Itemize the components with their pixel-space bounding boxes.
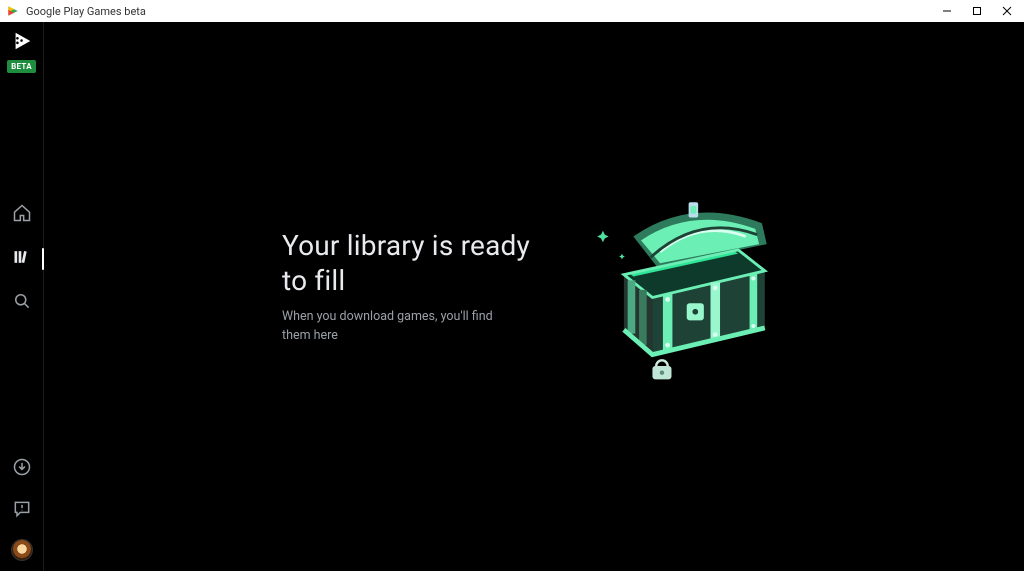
window-title: Google Play Games beta — [26, 5, 146, 18]
app-shell: BETA — [0, 22, 1024, 571]
sidebar: BETA — [0, 22, 44, 571]
empty-heading: Your library is ready to fill — [282, 228, 552, 298]
close-button[interactable] — [992, 0, 1022, 22]
minimize-button[interactable] — [932, 0, 962, 22]
nav-home[interactable] — [0, 201, 43, 229]
main-content: Your library is ready to fill When you d… — [44, 22, 1024, 571]
nav-library[interactable] — [0, 245, 43, 273]
nav-downloads[interactable] — [11, 455, 33, 483]
nav-feedback[interactable] — [11, 497, 33, 525]
beta-badge: BETA — [7, 60, 36, 73]
play-games-brand-icon[interactable] — [11, 30, 33, 52]
feedback-icon — [12, 499, 32, 523]
maximize-button[interactable] — [962, 0, 992, 22]
download-icon — [12, 457, 32, 481]
play-games-logo-icon — [6, 4, 20, 18]
profile-avatar[interactable] — [11, 539, 33, 561]
search-icon — [12, 291, 32, 315]
nav-search[interactable] — [0, 289, 43, 317]
home-icon — [12, 203, 32, 227]
empty-library-state: Your library is ready to fill When you d… — [282, 187, 786, 387]
titlebar: Google Play Games beta — [0, 0, 1024, 22]
empty-subtext: When you download games, you'll find the… — [282, 308, 502, 346]
library-icon — [12, 247, 32, 271]
treasure-chest-illustration — [576, 187, 786, 387]
